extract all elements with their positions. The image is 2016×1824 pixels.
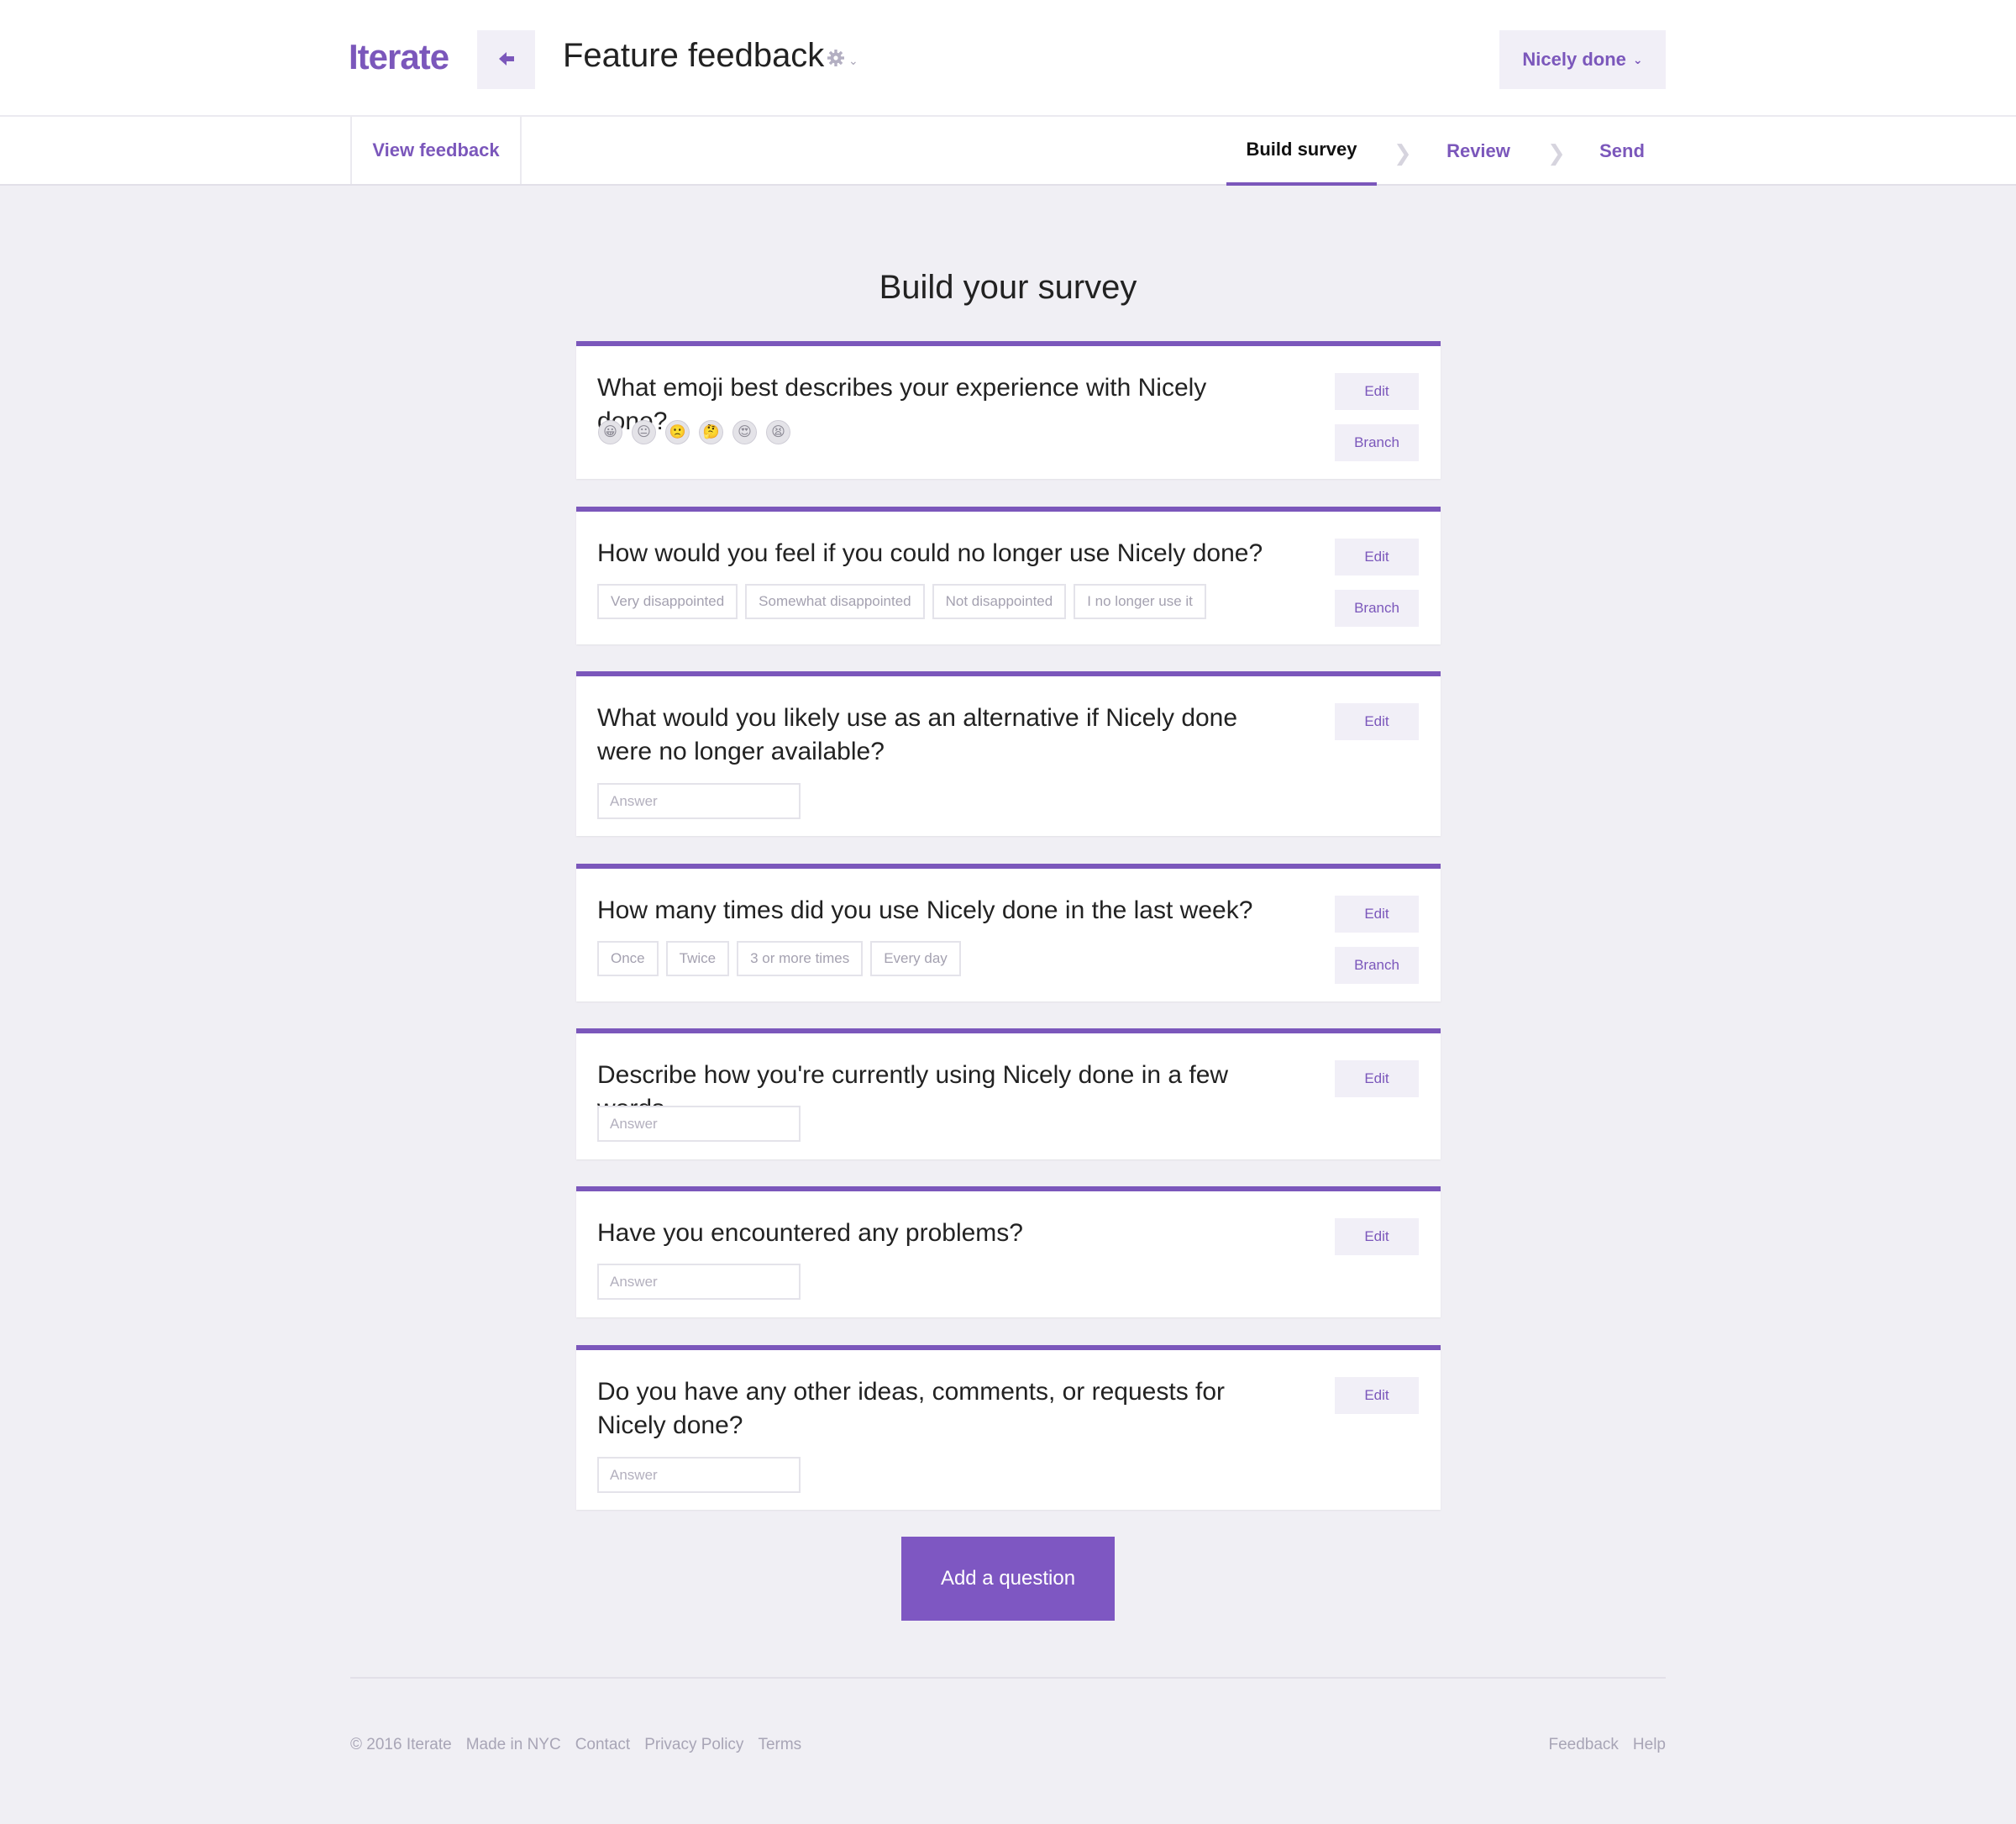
answer-input[interactable] [597,1457,801,1493]
add-question-button[interactable]: Add a question [901,1537,1115,1621]
footer-link-privacy[interactable]: Privacy Policy [644,1736,743,1754]
branch-button[interactable]: Branch [1335,590,1419,627]
tab-review[interactable]: Review [1432,117,1525,186]
footer-link-made-in-nyc[interactable]: Made in NYC [466,1736,561,1754]
answer-input[interactable] [597,1106,801,1142]
edit-button[interactable]: Edit [1335,539,1419,576]
emoji-options: 😀 😐 🙁 🤔 😍 😫 [598,420,790,444]
choice-option[interactable]: I no longer use it [1074,584,1206,619]
frowning-emoji-icon[interactable]: 🙁 [665,420,690,444]
footer-links-right: Feedback Help [1548,1736,1666,1754]
question-text: How would you feel if you could no longe… [597,539,1263,567]
edit-button[interactable]: Edit [1335,1218,1419,1255]
edit-button[interactable]: Edit [1335,703,1419,740]
footer-link-terms[interactable]: Terms [758,1736,801,1754]
footer-link-help[interactable]: Help [1633,1736,1666,1754]
branch-button[interactable]: Branch [1335,947,1419,984]
section-title: Build your survey [879,269,1137,306]
page-title: Feature feedback [563,37,825,74]
question-card: How many times did you use Nicely done i… [576,864,1441,1001]
account-label: Nicely done [1522,49,1626,70]
choice-options: Very disappointed Somewhat disappointed … [597,584,1206,619]
footer-link-contact[interactable]: Contact [575,1736,630,1754]
question-text: Do you have any other ideas, comments, o… [597,1378,1226,1439]
branch-button[interactable]: Branch [1335,424,1419,461]
choice-option[interactable]: Not disappointed [932,584,1067,619]
choice-option[interactable]: Every day [870,941,961,976]
footer-link-feedback[interactable]: Feedback [1548,1736,1618,1754]
edit-button[interactable]: Edit [1335,896,1419,933]
question-card: Do you have any other ideas, comments, o… [576,1345,1441,1510]
question-card: How would you feel if you could no longe… [576,507,1441,644]
choice-option[interactable]: Somewhat disappointed [745,584,925,619]
answer-input[interactable] [597,1264,801,1300]
chevron-down-icon: ⌄ [848,53,858,67]
grinning-emoji-icon[interactable]: 😀 [598,420,622,444]
question-card: What emoji best describes your experienc… [576,341,1441,479]
choice-option[interactable]: Very disappointed [597,584,738,619]
choice-options: Once Twice 3 or more times Every day [597,941,961,976]
question-text: Have you encountered any problems? [597,1219,1023,1247]
answer-input[interactable] [597,783,801,819]
edit-button[interactable]: Edit [1335,1060,1419,1097]
edit-button[interactable]: Edit [1335,1377,1419,1414]
back-button[interactable] [477,30,535,89]
question-card: Have you encountered any problems? Edit [576,1186,1441,1317]
gear-icon [827,49,845,72]
iterate-logo[interactable]: Iterate [349,37,449,77]
question-card: Describe how you're currently using Nice… [576,1028,1441,1159]
question-text: What would you likely use as an alternat… [597,704,1238,765]
top-bar: Iterate Feature feedback ⌄ Nicely done ⌄ [0,0,2016,117]
tab-send[interactable]: Send [1586,117,1658,186]
chevron-right-icon: ❯ [1394,140,1412,166]
copyright-text: © 2016 Iterate [350,1736,452,1753]
question-text: How many times did you use Nicely done i… [597,896,1253,924]
account-dropdown[interactable]: Nicely done ⌄ [1499,30,1666,89]
footer-divider [350,1677,1666,1679]
edit-button[interactable]: Edit [1335,373,1419,410]
tab-build-survey[interactable]: Build survey [1226,117,1377,186]
question-card: What would you likely use as an alternat… [576,671,1441,836]
chevron-right-icon: ❯ [1547,140,1566,166]
choice-option[interactable]: 3 or more times [737,941,864,976]
footer-links-left: © 2016 Iterate Made in NYC Contact Priva… [350,1736,801,1754]
chevron-down-icon: ⌄ [1632,52,1643,66]
thinking-emoji-icon[interactable]: 🤔 [699,420,723,444]
choice-option[interactable]: Once [597,941,659,976]
back-arrow-icon [498,49,514,71]
tired-emoji-icon[interactable]: 😫 [766,420,790,444]
view-feedback-link[interactable]: View feedback [350,117,522,184]
step-nav: View feedback Build survey ❯ Review ❯ Se… [0,117,2016,186]
neutral-emoji-icon[interactable]: 😐 [632,420,656,444]
survey-settings-button[interactable]: ⌄ [827,49,858,72]
heart-eyes-emoji-icon[interactable]: 😍 [732,420,757,444]
choice-option[interactable]: Twice [665,941,730,976]
